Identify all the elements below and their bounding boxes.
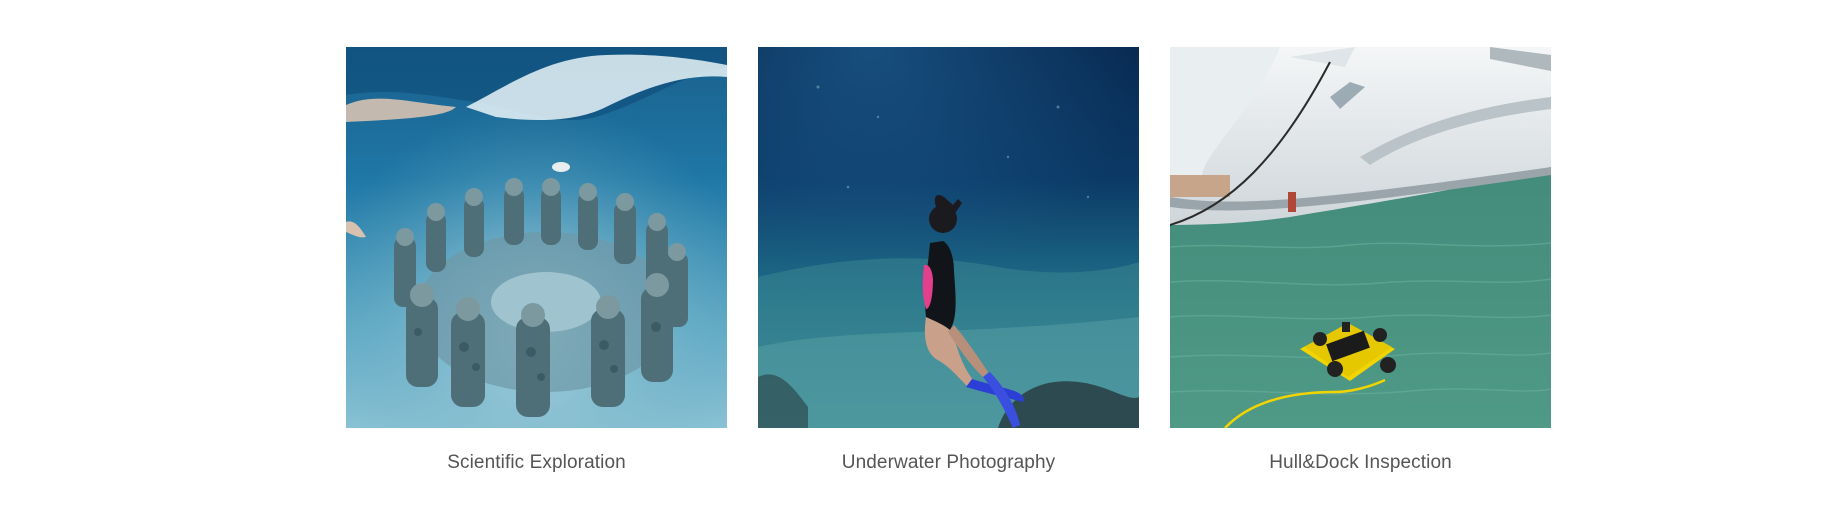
gallery-card-hull-dock-inspection[interactable]: Hull&Dock Inspection <box>1170 47 1551 475</box>
underwater-drone-photo[interactable] <box>1170 47 1551 428</box>
caption-hull-dock-inspection: Hull&Dock Inspection <box>1269 452 1452 473</box>
gallery: Scientific Exploration Underwater Photog… <box>346 47 1551 475</box>
underwater-statues-photo[interactable] <box>346 47 727 428</box>
gallery-card-scientific-exploration[interactable]: Scientific Exploration <box>346 47 727 475</box>
caption-underwater-photography: Underwater Photography <box>841 452 1056 473</box>
gallery-card-underwater-photography[interactable]: Underwater Photography <box>758 47 1139 475</box>
freediver-photo[interactable] <box>758 47 1139 428</box>
caption-scientific-exploration: Scientific Exploration <box>447 452 626 473</box>
